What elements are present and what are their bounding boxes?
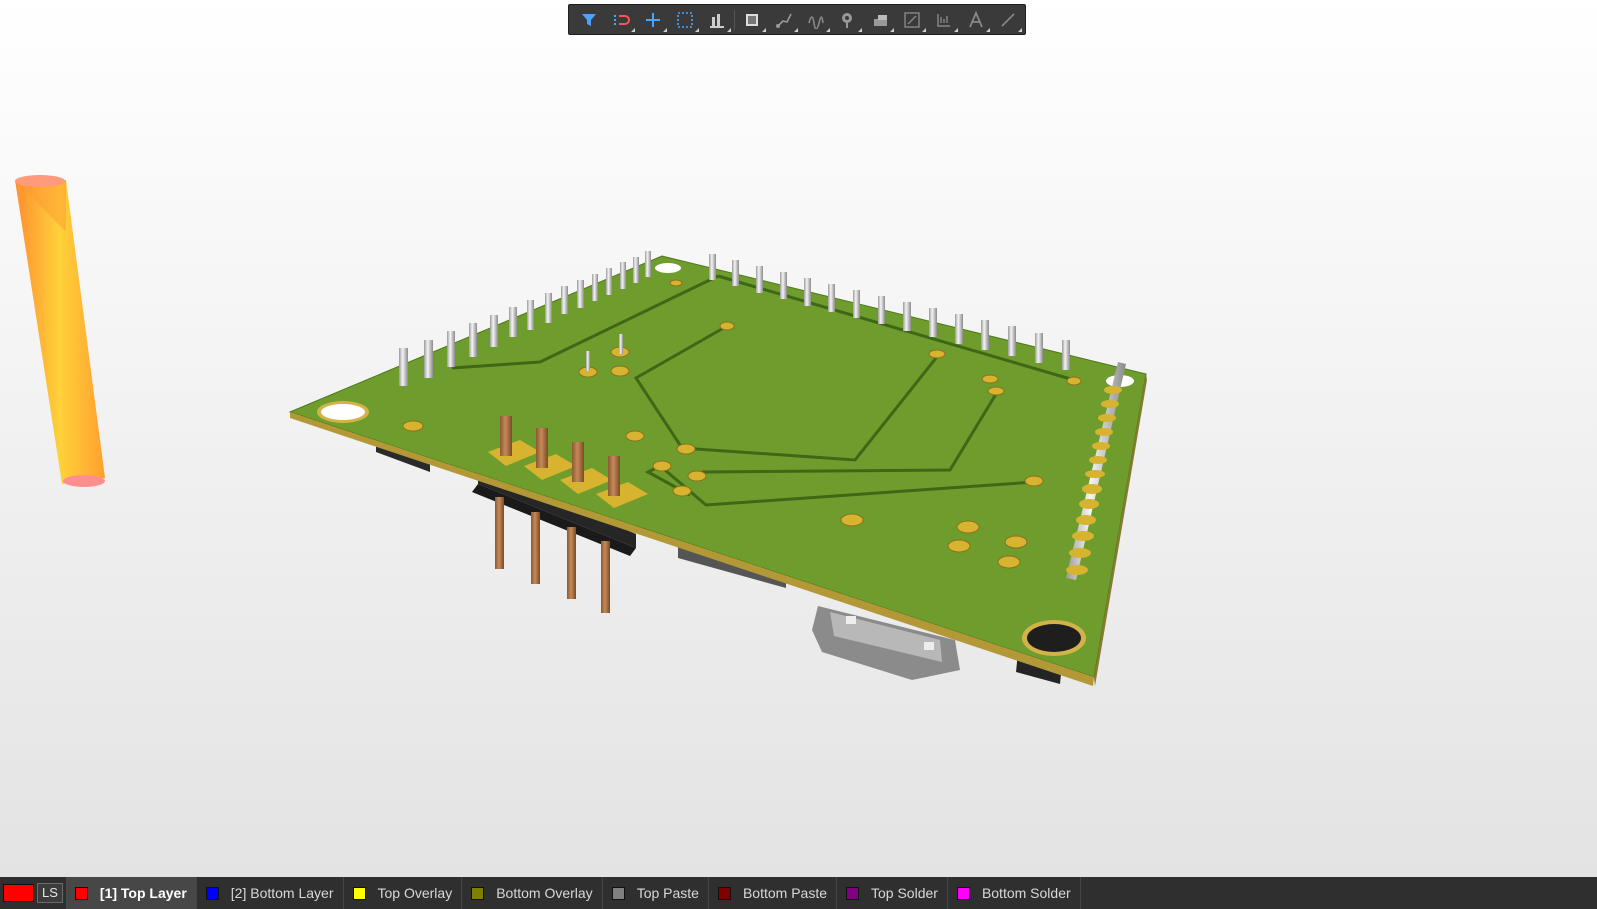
layer-tab-label: Top Solder	[871, 885, 938, 901]
3d-viewport[interactable]	[0, 0, 1597, 877]
current-layer-color-swatch[interactable]	[3, 884, 34, 902]
align-icon[interactable]	[701, 6, 733, 34]
filter-icon[interactable]	[573, 6, 605, 34]
layer-tab-label: Bottom Solder	[981, 885, 1071, 901]
layer-tab[interactable]: Bottom Overlay	[462, 877, 603, 909]
toolbar-separator	[734, 9, 735, 30]
layer-color-swatch	[846, 886, 859, 900]
layer-tab[interactable]: [1] Top Layer	[65, 877, 197, 909]
layer-color-swatch	[717, 886, 731, 900]
layer-tab[interactable]: Top Paste	[603, 877, 709, 909]
route-icon[interactable]	[768, 6, 800, 34]
select-rect-icon[interactable]	[669, 6, 701, 34]
line-icon[interactable]	[992, 6, 1024, 34]
layer-color-swatch	[956, 886, 970, 900]
text-icon[interactable]	[960, 6, 992, 34]
polygon-icon[interactable]	[864, 6, 896, 34]
layer-tab[interactable]: [2] Bottom Layer	[197, 877, 344, 909]
layer-color-swatch	[205, 886, 219, 900]
layer-tab[interactable]: Top Overlay	[344, 877, 463, 909]
layer-color-swatch	[611, 886, 625, 900]
layer-tab-label: [2] Bottom Layer	[230, 885, 334, 901]
layer-color-swatch	[471, 886, 485, 900]
via-icon[interactable]	[832, 6, 864, 34]
layer-tabs: [1] Top Layer [2] Bottom Layer Top Overlay…	[65, 877, 1081, 909]
layer-tab[interactable]: Bottom Solder	[948, 877, 1081, 909]
tune-icon[interactable]	[800, 6, 832, 34]
layer-color-swatch	[74, 886, 88, 900]
layer-tab[interactable]: Top Solder	[837, 877, 948, 909]
layer-tab-label: Bottom Paste	[742, 885, 827, 901]
layer-tab-label: [1] Top Layer	[99, 885, 187, 901]
layer-tab[interactable]: Bottom Paste	[709, 877, 837, 909]
axis-gizmo[interactable]	[15, 175, 105, 487]
layer-color-swatch	[352, 886, 366, 900]
dimension-icon[interactable]	[896, 6, 928, 34]
pcb-board[interactable]	[288, 251, 1147, 686]
string-icon[interactable]	[928, 6, 960, 34]
component-icon[interactable]	[736, 6, 768, 34]
crosshair-icon[interactable]	[637, 6, 669, 34]
layer-tab-label: Bottom Overlay	[496, 885, 593, 901]
layer-tabs-bar: LS [1] Top Layer [2] Bottom Layer Top Over…	[0, 877, 1597, 909]
active-bar-toolbar	[568, 4, 1026, 35]
pcb-3d-scene	[15, 175, 1147, 686]
layer-sets-button[interactable]: LS	[37, 883, 63, 903]
layer-tab-label: Top Overlay	[377, 885, 453, 901]
layer-tab-label: Top Paste	[636, 885, 699, 901]
move-icon[interactable]	[605, 6, 637, 34]
